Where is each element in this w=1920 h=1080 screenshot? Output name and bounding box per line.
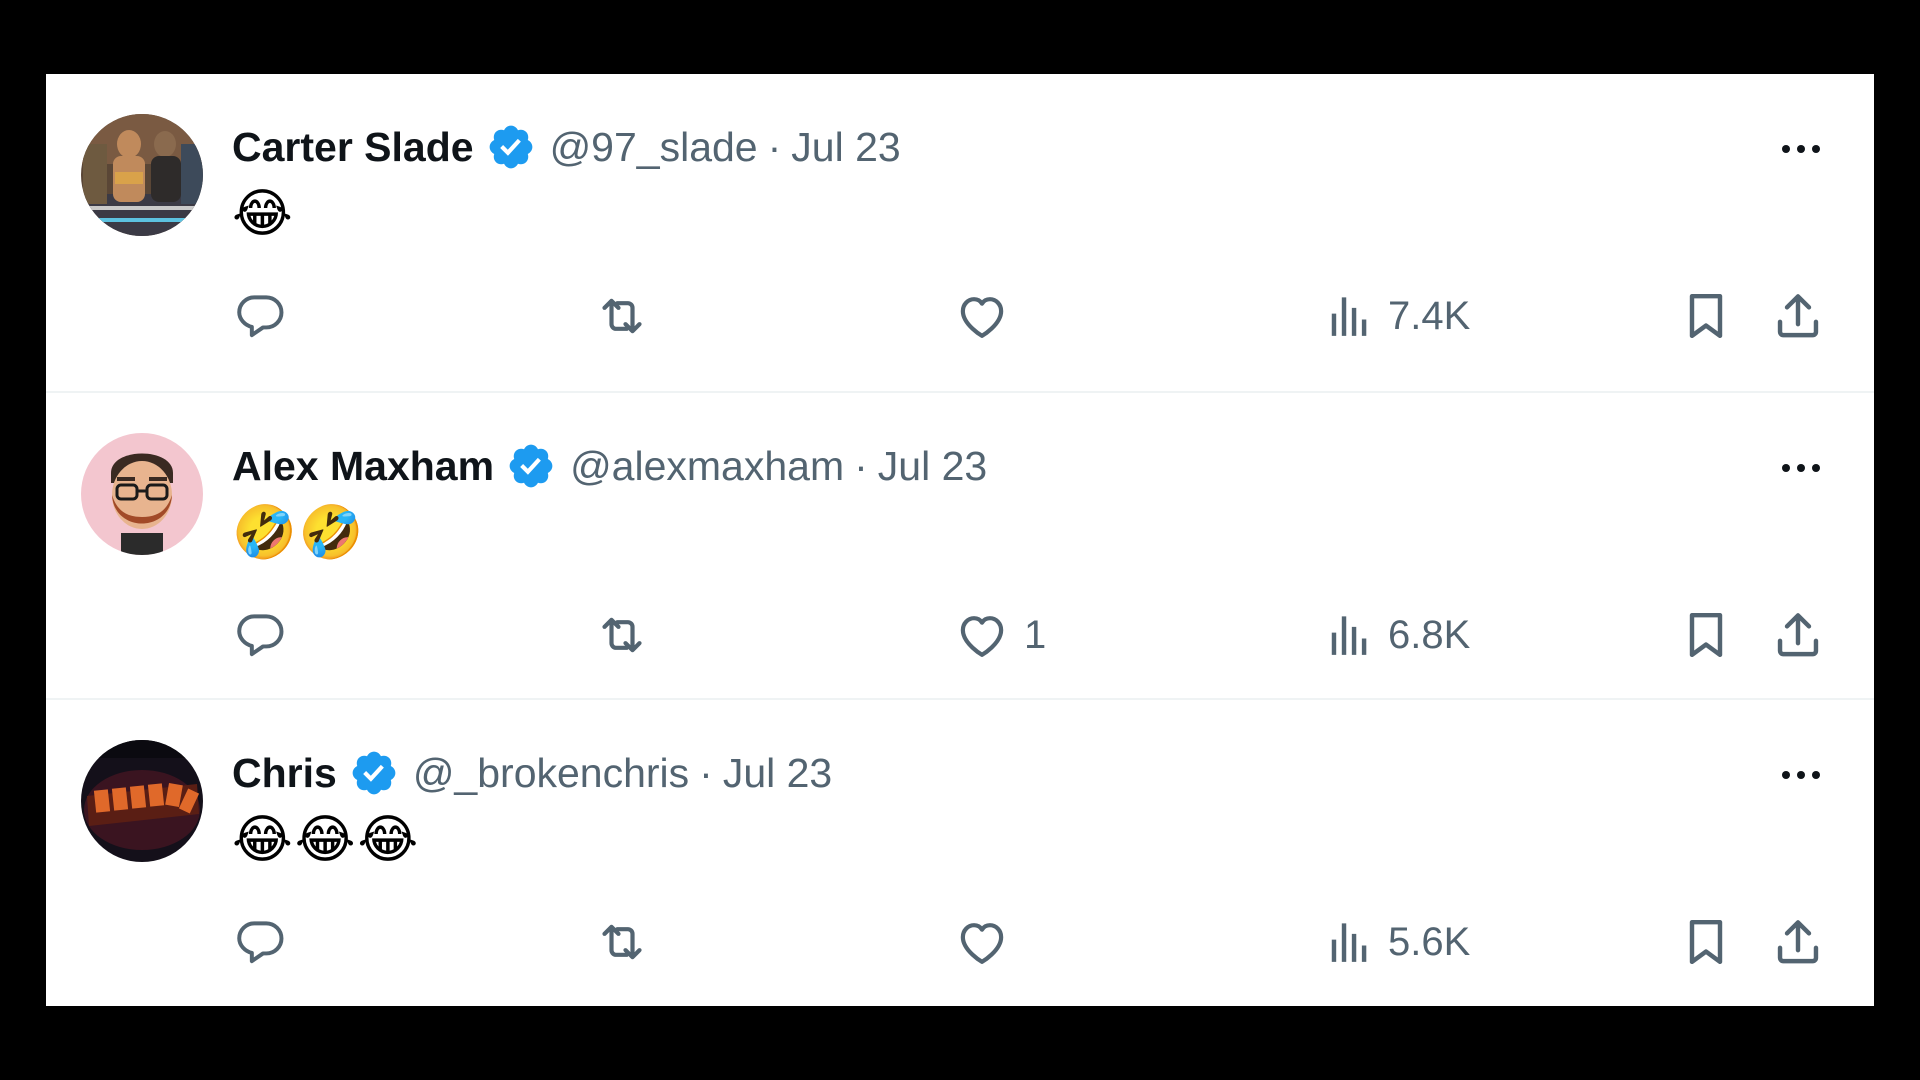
views-button[interactable]: 7.4K: [1318, 286, 1470, 346]
retweet-button[interactable]: [594, 605, 664, 665]
tweet[interactable]: Chris @_brokenchris · Jul 23 😂😂😂 5.6K: [46, 700, 1874, 1007]
avatar[interactable]: [81, 114, 203, 236]
heart-icon: [954, 288, 1010, 344]
reply-icon: [232, 288, 288, 344]
separator-dot: ·: [854, 443, 868, 489]
share-button[interactable]: [1770, 912, 1826, 972]
like-button[interactable]: [954, 912, 1024, 972]
bookmark-icon: [1678, 607, 1734, 663]
avatar[interactable]: [81, 433, 203, 555]
display-name[interactable]: Alex Maxham: [232, 441, 494, 491]
share-button[interactable]: [1770, 286, 1826, 346]
display-name[interactable]: Chris: [232, 748, 337, 798]
like-button[interactable]: [954, 286, 1024, 346]
share-upload-icon: [1770, 914, 1826, 970]
wrestlers-photo-avatar-icon: [81, 114, 203, 236]
bookmark-button[interactable]: [1678, 912, 1734, 972]
tweet-text: 😂: [232, 184, 295, 244]
share-upload-icon: [1770, 607, 1826, 663]
verified-badge-icon: [506, 441, 556, 491]
separator-dot: ·: [767, 124, 782, 170]
more-options-icon[interactable]: [1776, 755, 1826, 795]
retweet-icon: [594, 914, 650, 970]
reply-icon: [232, 914, 288, 970]
retweet-icon: [594, 607, 650, 663]
tweet-text: 🤣🤣: [232, 503, 366, 563]
verified-badge-icon: [486, 122, 536, 172]
more-options-icon[interactable]: [1776, 129, 1826, 169]
tweet-header: Chris @_brokenchris · Jul 23: [232, 748, 832, 798]
retweet-button[interactable]: [594, 912, 664, 972]
bookmark-icon: [1678, 914, 1734, 970]
broken-logo-avatar-icon: [81, 740, 203, 862]
avatar[interactable]: [81, 740, 203, 862]
tweet[interactable]: Alex Maxham @alexmaxham · Jul 23 🤣🤣 1 6.…: [46, 393, 1874, 700]
heart-icon: [954, 914, 1010, 970]
tweet[interactable]: Carter Slade @97_slade · Jul 23 😂 7.4K: [46, 74, 1874, 393]
reply-button[interactable]: [232, 286, 302, 346]
tweet-actions: 1 6.8K: [232, 605, 1826, 665]
tweet-text: 😂😂😂: [232, 810, 421, 870]
view-count: 7.4K: [1388, 293, 1471, 338]
tweet-date[interactable]: Jul 23: [723, 748, 832, 798]
views-chart-icon: [1318, 607, 1374, 663]
views-button[interactable]: 6.8K: [1318, 605, 1470, 665]
tweet-header: Alex Maxham @alexmaxham · Jul 23: [232, 441, 987, 491]
views-chart-icon: [1318, 288, 1374, 344]
heart-icon: [954, 607, 1010, 663]
tweet-replies-panel: Carter Slade @97_slade · Jul 23 😂 7.4K A…: [46, 74, 1874, 1006]
display-name[interactable]: Carter Slade: [232, 122, 474, 172]
bookmark-button[interactable]: [1678, 605, 1734, 665]
view-count: 6.8K: [1388, 612, 1471, 657]
verified-badge-icon: [349, 748, 399, 798]
separator-dot: ·: [699, 750, 713, 796]
bookmark-button[interactable]: [1678, 286, 1734, 346]
bookmark-icon: [1678, 288, 1734, 344]
share-button[interactable]: [1770, 605, 1826, 665]
more-options-icon[interactable]: [1776, 448, 1826, 488]
reply-button[interactable]: [232, 605, 302, 665]
user-handle[interactable]: @97_slade: [550, 122, 758, 172]
views-chart-icon: [1318, 914, 1374, 970]
user-handle[interactable]: @alexmaxham: [570, 441, 844, 491]
retweet-button[interactable]: [594, 286, 664, 346]
tweet-actions: 7.4K: [232, 286, 1826, 346]
reply-icon: [232, 607, 288, 663]
tweet-date[interactable]: Jul 23: [878, 441, 987, 491]
view-count: 5.6K: [1388, 919, 1471, 964]
like-button[interactable]: 1: [954, 605, 1046, 665]
bearded-man-illustration-avatar-icon: [81, 433, 203, 555]
tweet-date[interactable]: Jul 23: [791, 122, 900, 172]
tweet-header: Carter Slade @97_slade · Jul 23: [232, 122, 901, 172]
views-button[interactable]: 5.6K: [1318, 912, 1470, 972]
like-count: 1: [1024, 612, 1047, 657]
user-handle[interactable]: @_brokenchris: [413, 748, 689, 798]
tweet-actions: 5.6K: [232, 912, 1826, 972]
retweet-icon: [594, 288, 650, 344]
share-upload-icon: [1770, 288, 1826, 344]
reply-button[interactable]: [232, 912, 302, 972]
